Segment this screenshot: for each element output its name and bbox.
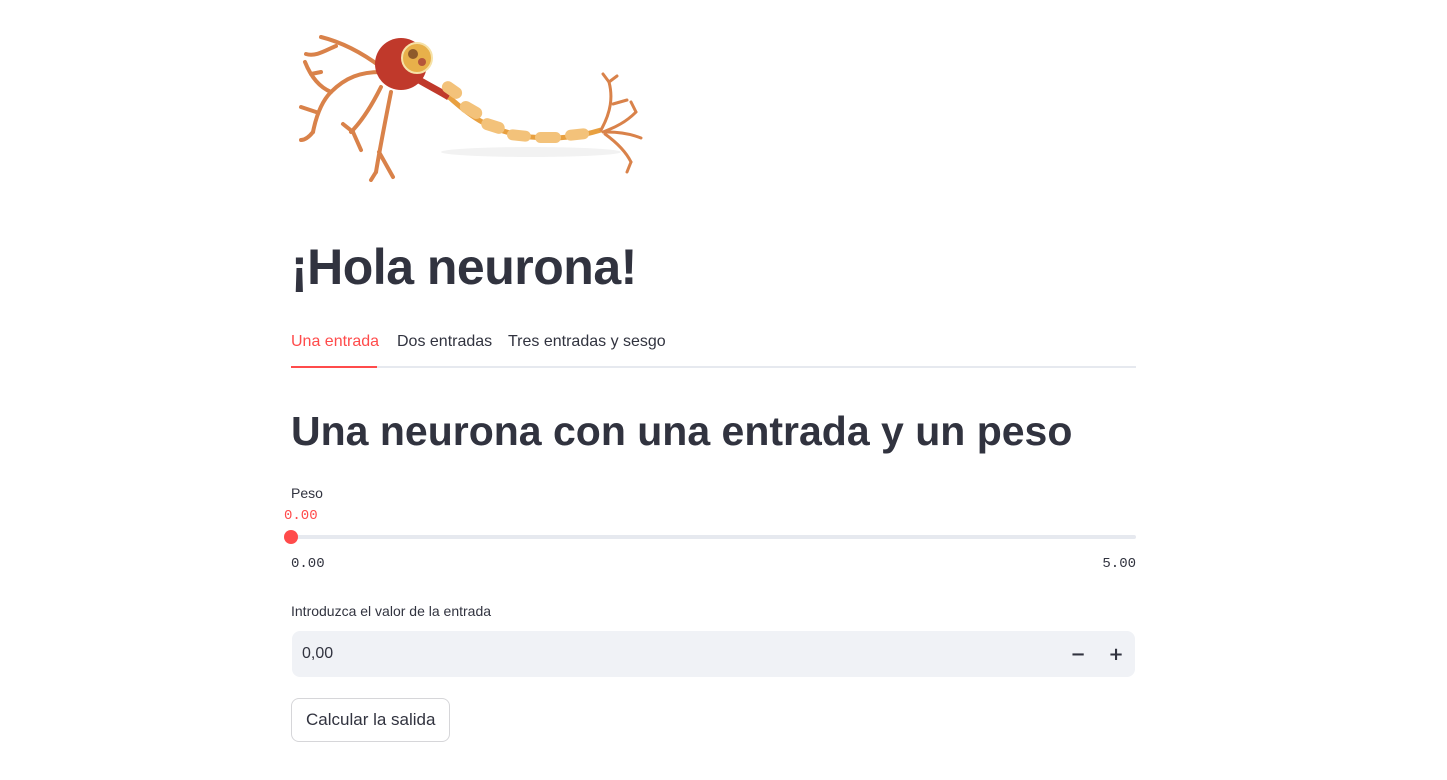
neuron-illustration <box>299 35 643 182</box>
tab-dos-entradas[interactable]: Dos entradas <box>397 333 492 351</box>
decrement-button[interactable]: − <box>1060 631 1096 677</box>
weight-slider-track[interactable] <box>291 535 1136 539</box>
tab-tres-entradas-y-sesgo[interactable]: Tres entradas y sesgo <box>508 333 666 351</box>
input-value-field: − + <box>292 631 1135 677</box>
slider-current-value: 0.00 <box>284 508 318 524</box>
slider-min-label: 0.00 <box>291 556 325 572</box>
tab-una-entrada[interactable]: Una entrada <box>291 333 379 351</box>
tab-divider <box>291 366 1136 368</box>
increment-button[interactable]: + <box>1098 631 1134 677</box>
input-value-textbox[interactable] <box>302 631 1042 677</box>
input-value-label: Introduzca el valor de la entrada <box>291 603 492 619</box>
tab-bar: Una entrada Dos entradas Tres entradas y… <box>291 326 1136 368</box>
page-title: ¡Hola neurona! <box>291 239 637 295</box>
active-tab-indicator <box>291 366 377 368</box>
weight-slider-thumb[interactable] <box>284 530 298 544</box>
calculate-output-button[interactable]: Calcular la salida <box>291 698 451 742</box>
slider-max-label: 5.00 <box>1102 556 1136 572</box>
section-subheader: Una neurona con una entrada y un peso <box>291 408 1073 454</box>
slider-label: Peso <box>291 485 323 501</box>
